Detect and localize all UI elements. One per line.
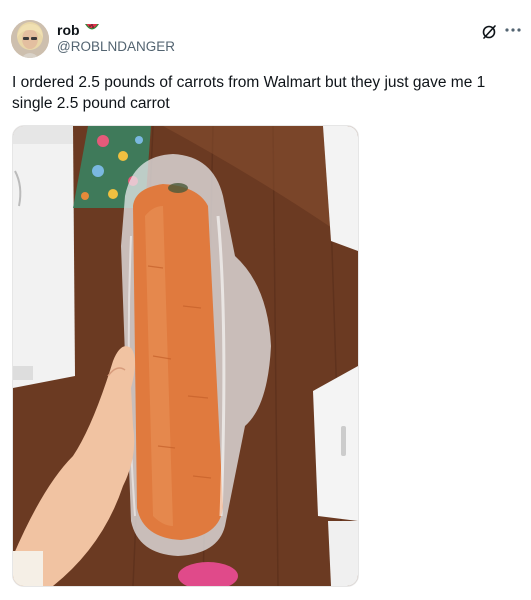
watermelon-slice-icon — [84, 21, 100, 39]
author-name-row: rob — [57, 21, 100, 39]
author-display-name[interactable]: rob — [57, 22, 80, 38]
more-options-icon[interactable] — [503, 22, 523, 38]
tweet: rob @ROBLNDANGER I ordered 2.5 pounds of… — [0, 0, 531, 600]
avatar[interactable] — [11, 20, 49, 58]
grok-icon[interactable] — [481, 24, 497, 40]
author-handle[interactable]: @ROBLNDANGER — [57, 39, 175, 54]
tweet-text: I ordered 2.5 pounds of carrots from Wal… — [12, 74, 486, 112]
tweet-photo[interactable] — [12, 125, 359, 587]
